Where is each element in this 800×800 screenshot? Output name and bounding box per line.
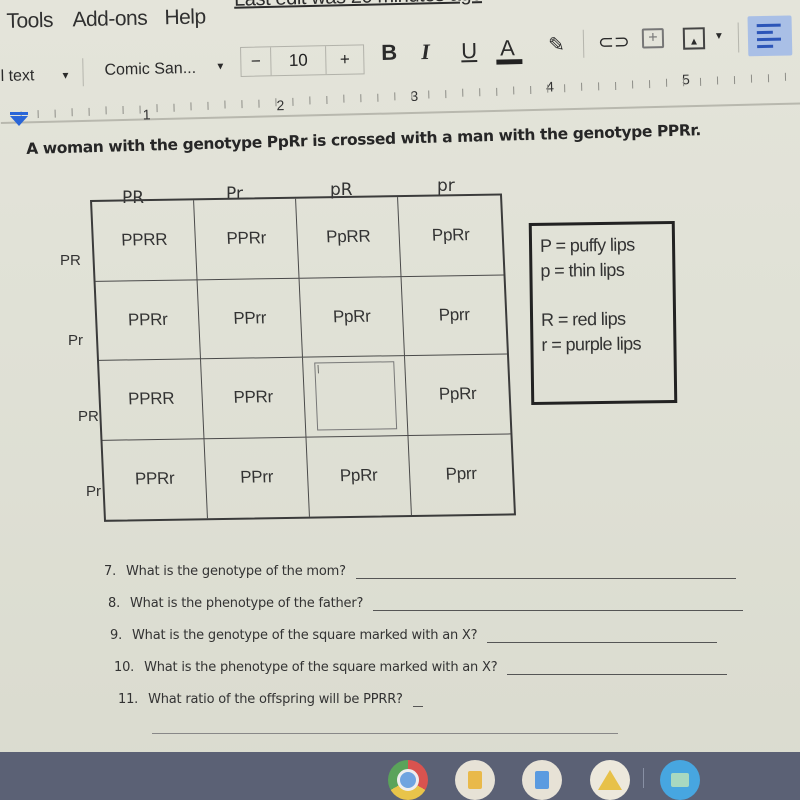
punnett-cell: PPRr bbox=[95, 279, 202, 361]
key-line: R = red lips bbox=[540, 308, 626, 330]
punnett-cell: PPRr bbox=[102, 438, 208, 520]
punnett-cell: PPrr bbox=[204, 437, 310, 519]
slides-icon[interactable] bbox=[455, 760, 495, 800]
chrome-icon[interactable] bbox=[388, 760, 428, 800]
blank-answer-box[interactable] bbox=[313, 361, 397, 431]
slides-glyph bbox=[468, 771, 482, 789]
punnett-cell: PpRr bbox=[299, 276, 405, 358]
question-8: 8. What is the phenotype of the father? bbox=[108, 596, 744, 611]
row-header: Pr bbox=[68, 332, 83, 349]
answer-line[interactable] bbox=[152, 733, 618, 734]
allele-key: P = puffy lips p = thin lips R = red lip… bbox=[528, 220, 678, 406]
answer-line[interactable] bbox=[355, 567, 736, 579]
question-text: What is the phenotype of the square mark… bbox=[144, 660, 498, 675]
punnett-cell: PPRR bbox=[99, 359, 205, 441]
question-number: 9. bbox=[110, 628, 123, 643]
row-header: PR bbox=[60, 252, 81, 269]
punnett-cell: PPRr bbox=[194, 198, 300, 280]
question-number: 10. bbox=[114, 660, 135, 675]
question-9: 9. What is the genotype of the square ma… bbox=[110, 628, 718, 643]
answer-line[interactable] bbox=[507, 663, 728, 675]
punnett-cell: Pprr bbox=[445, 464, 478, 484]
question-number: 8. bbox=[108, 596, 121, 611]
row-header: PR bbox=[78, 408, 99, 425]
document-page: A woman with the genotype PpRr is crosse… bbox=[0, 0, 800, 800]
punnett-cell: PPRr bbox=[201, 357, 307, 439]
key-line: P = puffy lips bbox=[539, 234, 635, 256]
question-text: What is the genotype of the square marke… bbox=[132, 628, 478, 643]
docs-glyph bbox=[535, 771, 549, 789]
answer-line[interactable] bbox=[373, 599, 744, 611]
question-7: 7. What is the genotype of the mom? bbox=[104, 564, 736, 579]
question-number: 7. bbox=[104, 564, 117, 579]
drive-icon[interactable] bbox=[590, 760, 630, 800]
answer-line[interactable] bbox=[412, 695, 423, 707]
files-glyph bbox=[671, 773, 689, 787]
punnett-cell: PpRr bbox=[404, 354, 511, 436]
drive-glyph bbox=[598, 770, 622, 790]
punnett-cell-x bbox=[303, 356, 409, 438]
punnett-cell: PPRR bbox=[92, 200, 198, 282]
docs-icon[interactable] bbox=[522, 760, 562, 800]
key-line: p = thin lips bbox=[540, 259, 625, 281]
problem-statement: A woman with the genotype PpRr is crosse… bbox=[26, 121, 702, 158]
key-line: r = purple lips bbox=[541, 333, 642, 355]
shelf-divider bbox=[643, 768, 644, 788]
question-text: What ratio of the offspring will be PPRR… bbox=[148, 692, 403, 707]
question-11: 11. What ratio of the offspring will be … bbox=[118, 692, 423, 707]
punnett-square: PPRR PPRr PpRR PpRr PPRr PPrr PpRr Pprr PPRR PPRr… bbox=[90, 193, 517, 522]
question-number: 11. bbox=[118, 692, 139, 707]
question-10: 10. What is the phenotype of the square … bbox=[114, 660, 728, 675]
punnett-cell: Pprr bbox=[401, 275, 507, 357]
punnett-cell: PpRr bbox=[306, 435, 412, 517]
screen: Tools Add-ons Help Last edit was 20 minu… bbox=[0, 0, 800, 800]
question-text: What is the phenotype of the father? bbox=[130, 596, 364, 611]
files-icon[interactable] bbox=[660, 760, 700, 800]
answer-line[interactable] bbox=[487, 631, 718, 643]
punnett-cell: PpRR bbox=[296, 197, 402, 279]
punnett-cell: PpRr bbox=[398, 195, 504, 277]
question-text: What is the genotype of the mom? bbox=[126, 564, 346, 579]
punnett-cell: PPrr bbox=[197, 278, 304, 360]
column-header: pr bbox=[437, 176, 455, 196]
row-header: Pr bbox=[86, 483, 101, 500]
